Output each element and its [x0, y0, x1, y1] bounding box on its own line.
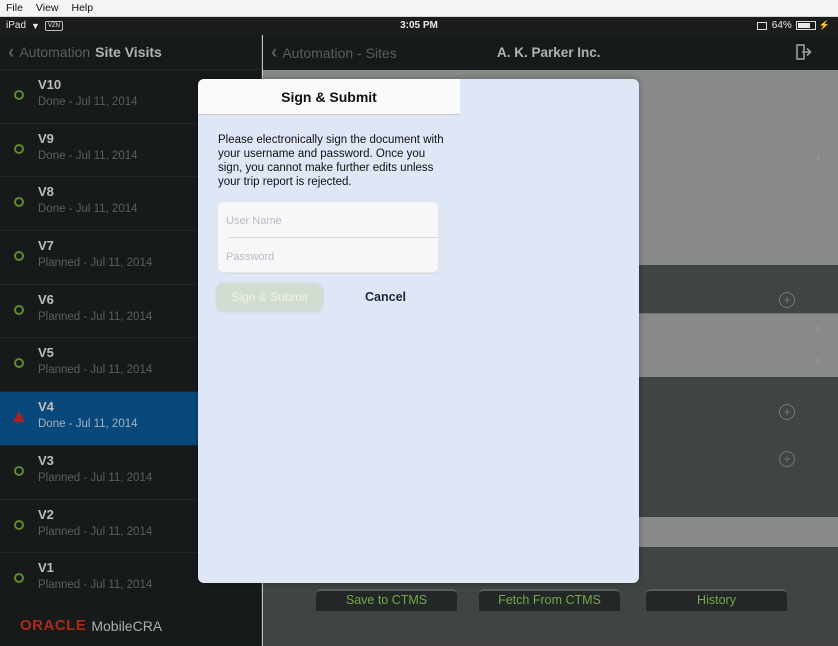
credentials-form: [217, 201, 439, 274]
battery-icon: [795, 21, 816, 30]
status-time: 3:05 PM: [400, 20, 438, 31]
menu-view[interactable]: View: [36, 2, 59, 14]
sign-submit-dialog: Sign & Submit Please electronically sign…: [198, 79, 639, 583]
password-input[interactable]: [226, 246, 432, 268]
cancel-button[interactable]: Cancel: [365, 290, 406, 304]
battery-percent: 64%: [771, 20, 792, 31]
charging-icon: ⚡: [818, 20, 830, 30]
username-input[interactable]: [226, 210, 432, 232]
ipad-simulator: File View Help iPad ▼ VZN 3:05 PM 64% ⚡ …: [0, 0, 838, 646]
menu-help[interactable]: Help: [72, 2, 94, 14]
simulator-menubar: File View Help: [0, 0, 838, 17]
form-divider: [228, 237, 438, 238]
dialog-title: Sign & Submit: [198, 79, 460, 115]
dialog-message: Please electronically sign the document …: [218, 134, 444, 188]
sign-submit-button[interactable]: Sign & Submit: [217, 284, 322, 311]
menu-file[interactable]: File: [6, 2, 23, 14]
ios-status-bar: iPad ▼ VZN 3:05 PM 64% ⚡: [0, 17, 838, 35]
form-divider: [228, 273, 438, 274]
screen-mirroring-icon: [756, 21, 767, 30]
